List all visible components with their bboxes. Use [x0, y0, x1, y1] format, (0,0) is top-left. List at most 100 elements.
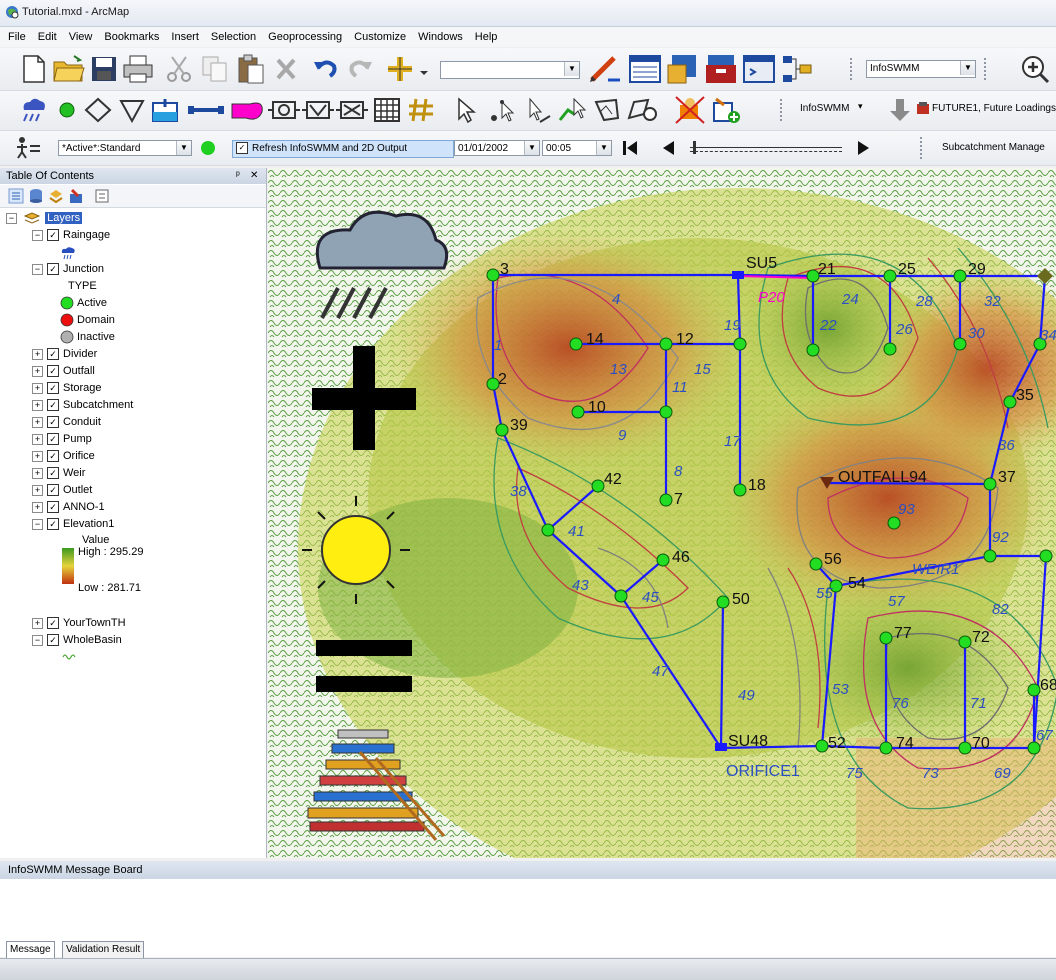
undo-icon[interactable]	[312, 56, 340, 82]
search-window-icon[interactable]	[742, 53, 776, 85]
arctoolbox-icon[interactable]	[704, 53, 738, 85]
junction-node[interactable]	[958, 741, 972, 755]
junction-node[interactable]	[716, 595, 730, 609]
step-forward-icon[interactable]	[856, 139, 872, 157]
collapse-icon[interactable]: −	[32, 229, 43, 241]
layer-yourtownth[interactable]: + ✓ YourTownTH	[32, 615, 126, 632]
junction-node[interactable]	[733, 337, 747, 351]
conduit-tool-icon[interactable]	[186, 101, 226, 119]
junction-node[interactable]	[659, 493, 673, 507]
junction-node[interactable]	[983, 549, 997, 563]
copy-icon[interactable]	[200, 54, 230, 84]
expand-icon[interactable]: +	[32, 484, 43, 496]
expand-icon[interactable]: +	[32, 617, 43, 629]
layer-visibility-checkbox[interactable]: ✓	[47, 433, 59, 446]
expand-icon[interactable]: +	[32, 450, 43, 462]
list-by-visibility-icon[interactable]	[48, 188, 64, 204]
junction-node[interactable]	[953, 337, 967, 351]
subcatchment-manager-button[interactable]: Subcatchment Manage	[942, 142, 1045, 153]
layer-visibility-checkbox[interactable]: ✓	[47, 501, 59, 514]
model-builder-icon[interactable]	[780, 53, 814, 85]
refresh-output-checkbox[interactable]: ✓ Refresh InfoSWMM and 2D Output	[232, 140, 454, 158]
infoswmm-combo[interactable]: InfoSWMM ▼	[866, 60, 976, 78]
menu-customize[interactable]: Customize	[348, 27, 412, 47]
slider-thumb[interactable]	[693, 141, 696, 154]
print-icon[interactable]	[122, 54, 154, 84]
subcatchment-tool-icon[interactable]	[372, 96, 402, 124]
layer-orifice[interactable]: + ✓ Orifice	[32, 448, 95, 465]
paste-icon[interactable]	[236, 53, 266, 85]
layer-visibility-checkbox[interactable]: ✓	[47, 382, 59, 395]
expand-icon[interactable]: +	[32, 399, 43, 411]
layer-visibility-checkbox[interactable]: ✓	[47, 467, 59, 480]
layer-elevation1[interactable]: − ✓ Elevation1	[32, 516, 114, 533]
outlet-tool-icon[interactable]	[336, 97, 368, 123]
junction-node[interactable]	[879, 631, 893, 645]
orifice-tool-icon[interactable]	[268, 97, 300, 123]
menu-insert[interactable]: Insert	[165, 27, 205, 47]
layer-visibility-checkbox[interactable]: ✓	[47, 365, 59, 378]
expand-icon[interactable]: +	[32, 416, 43, 428]
layer-visibility-checkbox[interactable]: ✓	[47, 263, 59, 276]
select-vertex-icon[interactable]	[556, 96, 586, 124]
junction-node[interactable]	[883, 269, 897, 283]
collapse-icon[interactable]: −	[32, 518, 43, 530]
select-arrow-icon[interactable]	[454, 96, 480, 124]
junction-node[interactable]	[569, 337, 583, 351]
junction-node[interactable]	[541, 523, 555, 537]
date-select[interactable]: 01/01/2002 ▼	[454, 140, 540, 156]
collapse-icon[interactable]: −	[32, 634, 43, 646]
new-document-icon[interactable]	[20, 54, 48, 84]
junction-node[interactable]	[571, 405, 585, 419]
list-by-drawing-order-icon[interactable]	[8, 188, 24, 204]
junction-node[interactable]	[887, 516, 901, 530]
tree-layers-root[interactable]: − Layers	[6, 210, 83, 227]
attribute-table-icon[interactable]	[628, 53, 662, 85]
junction-node[interactable]	[815, 739, 829, 753]
menu-windows[interactable]: Windows	[412, 27, 469, 47]
tab-message[interactable]: Message	[6, 941, 55, 959]
toolbar-grip-4[interactable]	[920, 137, 927, 159]
pin-icon[interactable]: ᵖ	[236, 168, 240, 184]
infoswmm-menu[interactable]: InfoSWMM	[800, 103, 849, 114]
junction-node[interactable]	[659, 405, 673, 419]
go-to-start-icon[interactable]	[622, 139, 638, 157]
time-slider[interactable]	[690, 141, 842, 155]
layer-wholebasin[interactable]: − ✓ WholeBasin	[32, 632, 122, 649]
layers-root-label[interactable]: Layers	[45, 212, 83, 224]
scenario-manager-icon[interactable]	[14, 136, 42, 160]
menu-file[interactable]: File	[0, 27, 32, 47]
layer-visibility-checkbox[interactable]: ✓	[47, 399, 59, 412]
polygon-zoom-icon[interactable]	[626, 96, 660, 124]
junction-node[interactable]	[983, 477, 997, 491]
layer-junction[interactable]: − ✓ Junction	[32, 261, 104, 278]
add-data-icon[interactable]	[386, 54, 432, 84]
layer-anno-1[interactable]: + ✓ ANNO-1	[32, 499, 105, 516]
junction-node[interactable]	[486, 268, 500, 282]
collapse-icon[interactable]: −	[6, 212, 17, 224]
close-icon[interactable]: ✕	[250, 168, 258, 184]
pump-tool-icon[interactable]	[230, 96, 266, 124]
weir-tool-icon[interactable]	[302, 97, 334, 123]
list-by-selection-icon[interactable]	[68, 188, 84, 204]
layer-raingage[interactable]: − ✓ Raingage	[32, 227, 110, 244]
layer-visibility-checkbox[interactable]: ✓	[47, 416, 59, 429]
options-icon[interactable]	[94, 188, 110, 204]
layer-visibility-checkbox[interactable]: ✓	[47, 634, 59, 647]
expand-icon[interactable]: +	[32, 433, 43, 445]
message-area[interactable]	[0, 880, 1056, 940]
save-icon[interactable]	[90, 55, 118, 83]
scenario-select[interactable]: *Active*:Standard ▼	[58, 140, 192, 156]
expand-icon[interactable]: +	[32, 365, 43, 377]
checkbox-checked-icon[interactable]: ✓	[236, 142, 248, 155]
menu-bookmarks[interactable]: Bookmarks	[98, 27, 165, 47]
delete-icon[interactable]	[274, 56, 298, 82]
junction-tool-icon[interactable]	[58, 101, 76, 119]
junction-node[interactable]	[809, 557, 823, 571]
collapse-icon[interactable]: −	[32, 263, 43, 275]
junction-node[interactable]	[1027, 683, 1041, 697]
junction-node[interactable]	[495, 423, 509, 437]
menu-edit[interactable]: Edit	[32, 27, 63, 47]
storage-su5-icon[interactable]	[732, 271, 744, 279]
junction-node[interactable]	[1039, 549, 1053, 563]
